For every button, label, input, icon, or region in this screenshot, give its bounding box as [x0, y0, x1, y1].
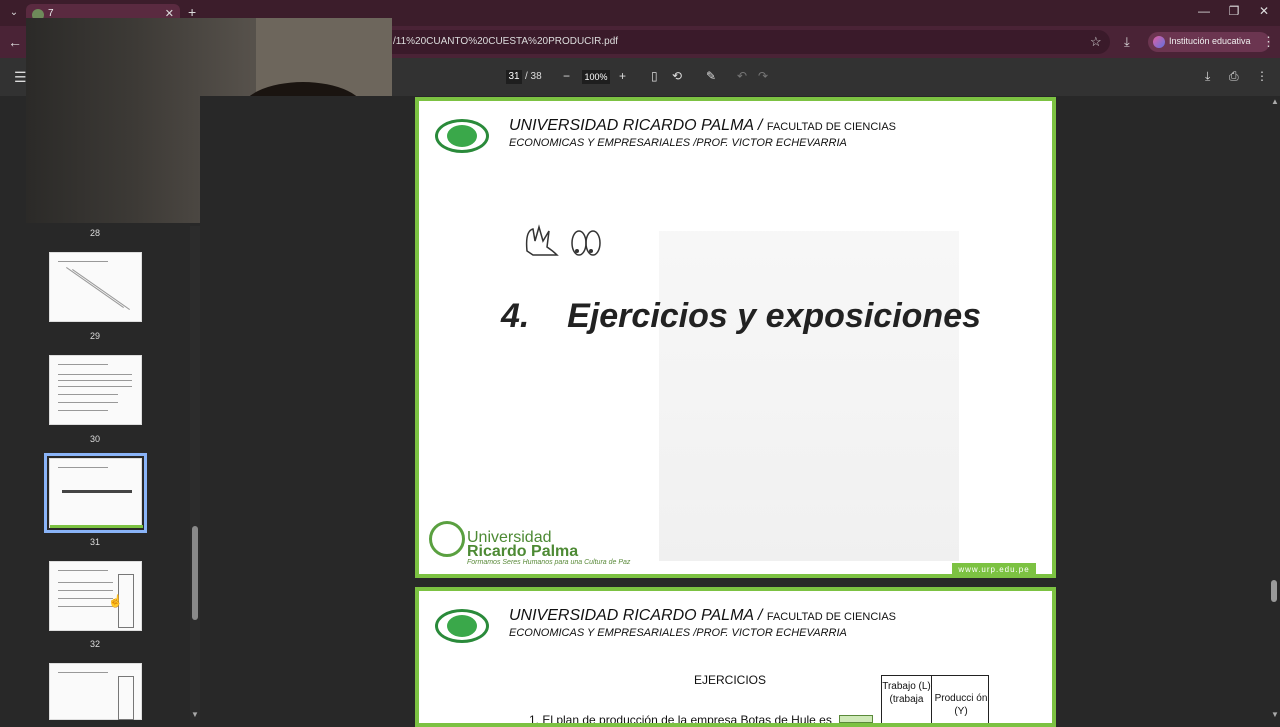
sidebar-toggle-icon[interactable]: ☰ [14, 69, 27, 86]
thumbnail-table [118, 676, 134, 720]
thumbnail-page-number: 28 [89, 228, 100, 238]
print-icon[interactable]: ⎙ [1229, 69, 1239, 84]
main-scroll-up-icon[interactable]: ▲ [1271, 97, 1279, 106]
thumbnail-text-line [58, 590, 113, 591]
sidebar-scroll-down-icon[interactable]: ▼ [191, 710, 199, 719]
thumbnail-footer-line [50, 525, 143, 528]
browser-menu-icon[interactable]: ⋮ [1262, 34, 1275, 50]
table-header-trabajo: Trabajo (L) (trabaja [882, 676, 932, 723]
thumbnail-page-30[interactable] [49, 355, 142, 425]
thumbnail-title-line [62, 490, 132, 493]
zoom-out-icon[interactable]: − [563, 69, 570, 83]
arrow-shape [839, 715, 873, 723]
main-scroll-thumb[interactable] [1271, 580, 1277, 602]
sidebar-scrollbar[interactable] [190, 226, 200, 720]
thumbnail-text-line [58, 598, 113, 599]
header-faculty: FACULTAD DE CIENCIAS [766, 121, 896, 133]
annotate-icon[interactable]: ✎ [706, 69, 716, 83]
cartoon-hand-eyes-icon [525, 224, 601, 256]
pdf-page-32: UNIVERSIDAD RICARDO PALMA / FACULTAD DE … [415, 587, 1056, 727]
thumbnail-page-number: 32 [89, 639, 100, 649]
undo-icon[interactable]: ↶ [737, 69, 747, 83]
university-seal-logo [431, 113, 495, 161]
thumbnail-text-line [58, 364, 108, 365]
profile-avatar-icon [1153, 36, 1165, 48]
thumbnail-page-32[interactable] [49, 561, 142, 631]
exercise-text: 1. El plan de producción de la empresa B… [529, 713, 832, 727]
slide-header: UNIVERSIDAD RICARDO PALMA / FACULTAD DE … [509, 607, 896, 625]
restore-icon[interactable]: ❐ [1224, 4, 1244, 18]
header-subtitle: ECONOMICAS Y EMPRESARIALES /PROF. VICTOR… [509, 137, 847, 149]
minimize-icon[interactable]: — [1194, 4, 1214, 18]
header-university: UNIVERSIDAD RICARDO PALMA / [509, 117, 763, 134]
thumbnail-text-line [58, 570, 108, 571]
university-seal-logo [431, 603, 495, 651]
fit-page-icon[interactable]: ▯ [651, 69, 658, 83]
close-window-icon[interactable]: ✕ [1254, 4, 1274, 18]
page-number-input[interactable]: 31 [506, 70, 522, 84]
thumbnail-text-line [58, 606, 113, 607]
thumbnail-text-line [58, 402, 118, 403]
header-faculty: FACULTAD DE CIENCIAS [766, 611, 896, 623]
more-options-icon[interactable]: ⋮ [1256, 69, 1268, 83]
thumbnail-chart-line [66, 267, 124, 308]
thumbnail-text-line [58, 672, 108, 673]
table-header-produccion: Producci ón (Y) [934, 693, 988, 717]
profile-label: Institución educativa [1169, 36, 1251, 46]
logo-center [447, 615, 477, 637]
url-text[interactable]: /11%20CUANTO%20CUESTA%20PRODUCIR.pdf [393, 36, 618, 47]
pdf-page-31: UNIVERSIDAD RICARDO PALMA / FACULTAD DE … [415, 97, 1056, 578]
thumbnail-text-line [58, 374, 132, 375]
page-total: / 38 [525, 71, 542, 82]
background-building-watermark [659, 231, 959, 561]
thumbnail-text-line [58, 380, 132, 381]
footer-motto: Formamos Seres Humanos para una Cultura … [467, 559, 631, 566]
thumbnail-text-line [58, 410, 108, 411]
tab-search-icon[interactable]: ⌄ [6, 5, 22, 21]
thumbnail-text-line [58, 261, 108, 262]
main-scrollbar[interactable] [1268, 96, 1280, 720]
thumbnail-page-29[interactable] [49, 252, 142, 322]
logo-center [447, 125, 477, 147]
download-icon[interactable]: ⤓ [1205, 69, 1210, 84]
section-heading: EJERCICIOS [694, 673, 767, 687]
back-arrow-icon[interactable]: ← [8, 34, 22, 50]
bookmark-star-icon[interactable]: ☆ [1090, 34, 1102, 50]
downloads-icon[interactable]: ⤓ [1124, 34, 1130, 50]
thumbnail-text-line [58, 386, 132, 387]
data-table: Trabajo (L) (trabaja Producci ón (Y) [881, 675, 989, 723]
redo-icon[interactable]: ↷ [758, 69, 768, 83]
footer-logo [429, 521, 465, 557]
thumbnail-chart-line [72, 269, 130, 310]
rotate-icon[interactable]: ⟲ [672, 69, 682, 83]
header-subtitle: ECONOMICAS Y EMPRESARIALES /PROF. VICTOR… [509, 627, 847, 639]
thumbnail-page-33[interactable] [49, 663, 142, 720]
main-scroll-down-icon[interactable]: ▼ [1271, 710, 1279, 719]
zoom-in-icon[interactable]: + [619, 69, 626, 83]
thumbnail-page-31[interactable] [44, 453, 147, 533]
thumbnail-page-number: 31 [89, 537, 100, 547]
thumbnail-text-line [58, 394, 118, 395]
zoom-level[interactable]: 100% [582, 70, 610, 84]
thumbnail-page-number: 29 [89, 331, 100, 341]
slide-title: 4. Ejercicios y exposiciones [501, 297, 982, 335]
thumbnail-text-line [58, 582, 113, 583]
thumbnail-page-number: 30 [89, 434, 100, 444]
footer-website: www.urp.edu.pe [952, 563, 1036, 574]
slide-header: UNIVERSIDAD RICARDO PALMA / FACULTAD DE … [509, 117, 896, 135]
profile-chip[interactable]: Institución educativa [1148, 32, 1270, 52]
thumbnail-text-line [58, 467, 108, 468]
sidebar-scroll-thumb[interactable] [192, 526, 198, 620]
header-university: UNIVERSIDAD RICARDO PALMA / [509, 607, 763, 624]
mouse-cursor-icon: ☝ [108, 594, 123, 608]
